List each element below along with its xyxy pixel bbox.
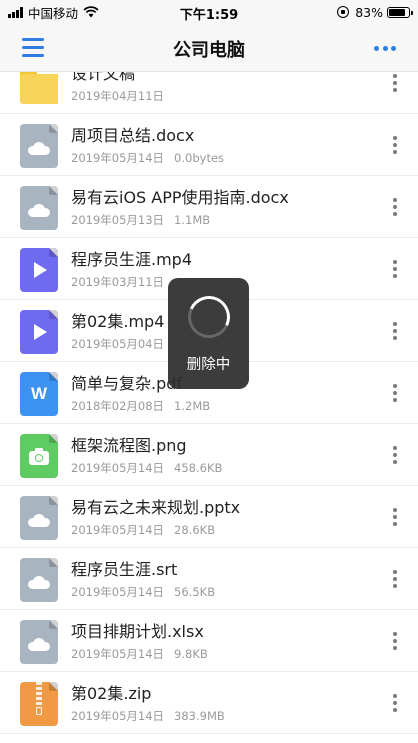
file-name: 周项目总结.docx <box>71 126 195 145</box>
file-date: 2019年05月14日 <box>71 461 165 475</box>
list-item[interactable]: 设计文稿 2019年04月11日 <box>0 72 418 114</box>
toast-text: 删除中 <box>186 357 231 373</box>
more-vertical-icon[interactable] <box>392 260 398 278</box>
word-file-icon: W <box>20 372 58 416</box>
more-vertical-icon[interactable] <box>392 694 398 712</box>
file-date: 2019年05月13日 <box>71 213 165 227</box>
file-name: 设计文稿 <box>71 72 136 83</box>
battery-percent: 83% <box>355 4 383 20</box>
list-item[interactable]: 项目排期计划.xlsx 2019年05月14日 9.8KB <box>0 610 418 672</box>
cloud-file-icon <box>20 496 58 540</box>
cloud-file-icon <box>20 558 58 602</box>
file-date: 2019年05月14日 <box>71 151 165 165</box>
more-horizontal-icon[interactable] <box>374 40 396 56</box>
status-right: 83% <box>337 4 413 20</box>
file-name: 框架流程图.png <box>71 436 187 455</box>
loading-spinner-icon <box>182 290 236 344</box>
list-item[interactable]: 框架流程图.png 2019年05月14日 458.6KB <box>0 424 418 486</box>
more-vertical-icon[interactable] <box>392 446 398 464</box>
file-size: 383.9MB <box>174 709 225 723</box>
file-size: 458.6KB <box>174 461 223 475</box>
file-name: 易有云iOS APP使用指南.docx <box>71 188 289 207</box>
file-date: 2019年05月14日 <box>71 523 165 537</box>
cloud-file-icon <box>20 186 58 230</box>
file-size: 9.8KB <box>174 647 208 661</box>
list-item[interactable]: 易有云之未来规划.pptx 2019年05月14日 28.6KB <box>0 486 418 548</box>
file-meta: 2018年02月08日 1.2MB <box>71 398 210 414</box>
file-meta: 2019年05月14日 458.6KB <box>71 460 222 476</box>
nav-bar: 公司电脑 <box>0 24 418 72</box>
file-size: 28.6KB <box>174 523 216 537</box>
list-item[interactable]: 程序员生涯.srt 2019年05月14日 56.5KB <box>0 548 418 610</box>
file-meta: 2019年05月14日 56.5KB <box>71 584 215 600</box>
more-vertical-icon[interactable] <box>392 384 398 402</box>
file-size: 56.5KB <box>174 585 216 599</box>
more-vertical-icon[interactable] <box>392 136 398 154</box>
more-vertical-icon[interactable] <box>392 632 398 650</box>
file-name: 第02集.zip <box>71 684 152 703</box>
file-meta: 2019年05月14日 383.9MB <box>71 708 225 724</box>
file-name: 程序员生涯.srt <box>71 560 178 579</box>
list-item[interactable]: 第02集.zip 2019年05月14日 383.9MB <box>0 672 418 734</box>
file-meta: 2019年05月14日 28.6KB <box>71 522 215 538</box>
more-vertical-icon[interactable] <box>392 74 398 92</box>
file-rows: 设计文稿 2019年04月11日 周项目总结.docx 2019年05月14日 0… <box>0 72 418 734</box>
cloud-file-icon <box>20 124 58 168</box>
image-file-icon <box>20 434 58 478</box>
folder-icon <box>20 72 58 106</box>
file-meta: 2019年05月14日 0.0bytes <box>71 150 224 166</box>
file-name: 简单与复杂.pdf <box>71 374 183 393</box>
more-vertical-icon[interactable] <box>392 570 398 588</box>
more-vertical-icon[interactable] <box>392 322 398 340</box>
loading-toast: 删除中 <box>168 278 249 389</box>
video-file-icon <box>20 248 58 292</box>
battery-icon <box>387 6 413 18</box>
file-name: 第02集.mp4 <box>71 312 165 331</box>
file-date: 2019年05月04日 <box>71 337 165 351</box>
file-date: 2019年05月14日 <box>71 647 165 661</box>
file-date: 2019年04月11日 <box>71 89 165 103</box>
list-item[interactable]: 周项目总结.docx 2019年05月14日 0.0bytes <box>0 114 418 176</box>
file-meta: 2019年05月13日 1.1MB <box>71 212 210 228</box>
file-name: 程序员生涯.mp4 <box>71 250 193 269</box>
file-name: 项目排期计划.xlsx <box>71 622 204 641</box>
page-title: 公司电脑 <box>173 40 245 61</box>
file-meta: 2019年05月04日 <box>71 336 174 352</box>
file-date: 2019年05月14日 <box>71 709 165 723</box>
file-list[interactable]: 设计文稿 2019年04月11日 周项目总结.docx 2019年05月14日 0… <box>0 72 418 743</box>
file-date: 2019年05月14日 <box>71 585 165 599</box>
file-meta: 2019年04月11日 <box>71 88 174 104</box>
status-bar: 中国移动 下午1:59 83% <box>0 0 418 24</box>
file-size: 1.2MB <box>174 399 211 413</box>
file-date: 2019年03月11日 <box>71 275 165 289</box>
file-date: 2018年02月08日 <box>71 399 165 413</box>
battery-fill <box>389 8 405 16</box>
file-meta: 2019年03月11日 <box>71 274 174 290</box>
file-size: 0.0bytes <box>174 151 225 165</box>
list-item[interactable]: 易有云iOS APP使用指南.docx 2019年05月13日 1.1MB <box>0 176 418 238</box>
orientation-lock-icon <box>337 6 350 18</box>
file-size: 1.1MB <box>174 213 211 227</box>
file-meta: 2019年05月14日 9.8KB <box>71 646 208 662</box>
more-vertical-icon[interactable] <box>392 508 398 526</box>
cloud-file-icon <box>20 620 58 664</box>
file-name: 易有云之未来规划.pptx <box>71 498 241 517</box>
video-file-icon <box>20 310 58 354</box>
more-vertical-icon[interactable] <box>392 198 398 216</box>
zip-file-icon <box>20 682 58 726</box>
